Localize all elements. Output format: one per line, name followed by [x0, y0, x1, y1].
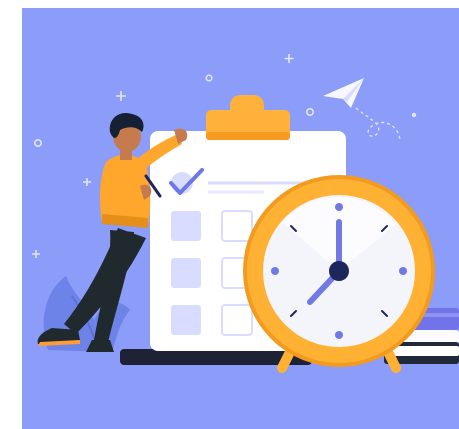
checkbox	[171, 305, 201, 335]
checkbox	[171, 211, 201, 241]
clipboard-clip-shade	[206, 132, 290, 140]
book-pages	[392, 346, 459, 356]
checkbox	[221, 210, 253, 242]
checkbox	[221, 304, 253, 336]
checkbox	[171, 258, 201, 288]
alarm-clock-icon	[243, 175, 435, 373]
sparkle-dot	[411, 112, 417, 118]
scene-illustration	[22, 8, 459, 429]
clock-center	[329, 261, 349, 281]
